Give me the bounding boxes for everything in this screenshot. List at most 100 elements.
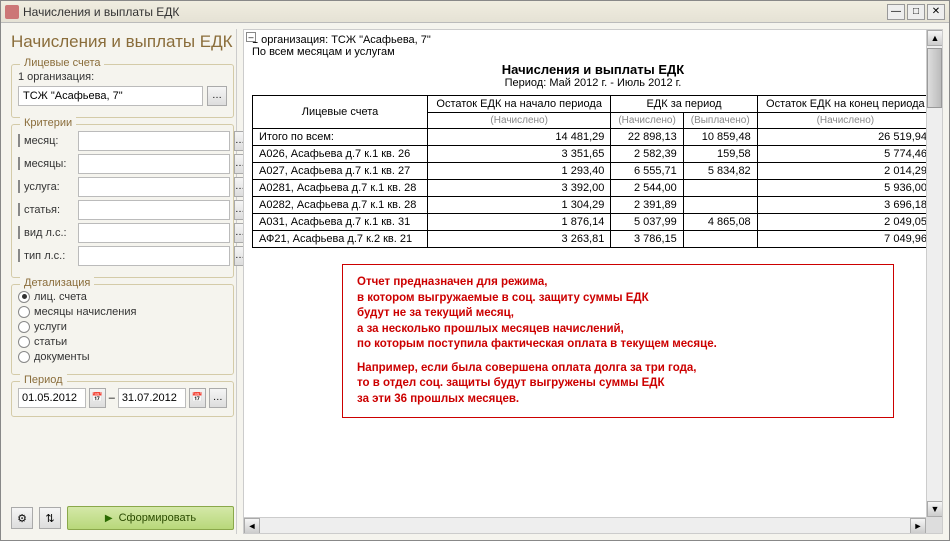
criteria-checkbox-3[interactable]	[18, 203, 20, 216]
criteria-legend: Критерии	[20, 117, 76, 129]
row-paid	[683, 180, 757, 197]
scroll-thumb-v[interactable]	[927, 48, 942, 108]
criteria-checkbox-4[interactable]	[18, 226, 20, 239]
row-name: А0281, Асафьева д.7 к.1 кв. 28	[253, 180, 428, 197]
detail-label: месяцы начисления	[34, 306, 136, 318]
org-input[interactable]	[18, 86, 203, 106]
collapse-toggle[interactable]: –	[246, 32, 256, 42]
criteria-checkbox-0[interactable]	[18, 134, 20, 147]
criteria-input-4[interactable]	[78, 223, 230, 243]
row-paid	[683, 197, 757, 214]
scroll-up-icon[interactable]: ▲	[927, 30, 943, 46]
sort-button[interactable]: ⇅	[39, 507, 61, 529]
total-paid: 10 859,48	[683, 129, 757, 146]
detail-radio-3[interactable]	[18, 336, 30, 348]
row-name: АФ21, Асафьева д.7 к.2 кв. 21	[253, 231, 428, 248]
table-row[interactable]: А0282, Асафьева д.7 к.1 кв. 28 1 304,29 …	[253, 197, 934, 214]
report-org-line: 1 организация: ТСЖ "Асафьева, 7"	[252, 34, 934, 46]
th-end-sub: (Начислено)	[757, 113, 933, 129]
org-select-button[interactable]: …	[207, 86, 227, 106]
generate-button[interactable]: Сформировать	[67, 506, 234, 530]
scroll-left-icon[interactable]: ◄	[244, 518, 260, 534]
detail-radio-1[interactable]	[18, 306, 30, 318]
window-title: Начисления и выплаты ЕДК	[23, 5, 887, 19]
row-end: 5 774,46	[757, 146, 933, 163]
criteria-input-5[interactable]	[78, 246, 230, 266]
detail-radio-4[interactable]	[18, 351, 30, 363]
row-accr: 5 037,99	[611, 214, 683, 231]
th-accounts: Лицевые счета	[253, 96, 428, 129]
app-icon	[5, 5, 19, 19]
th-end: Остаток ЕДК на конец периода	[757, 96, 933, 113]
window-body: Начисления и выплаты ЕДК Лицевые счета 1…	[1, 23, 949, 540]
detail-label: услуги	[34, 321, 84, 333]
maximize-button[interactable]: □	[907, 4, 925, 20]
row-end: 3 696,18	[757, 197, 933, 214]
criteria-label: месяц:	[24, 135, 74, 147]
report-area[interactable]: 1 организация: ТСЖ "Асафьева, 7" По всем…	[244, 30, 942, 533]
detail-radio-0[interactable]	[18, 291, 30, 303]
criteria-input-0[interactable]	[78, 131, 230, 151]
accounts-legend: Лицевые счета	[20, 57, 104, 69]
row-paid: 159,58	[683, 146, 757, 163]
table-row[interactable]: АФ21, Асафьева д.7 к.2 кв. 21 3 263,81 3…	[253, 231, 934, 248]
app-window: Начисления и выплаты ЕДК — □ ✕ Начислени…	[0, 0, 950, 541]
row-accr: 3 786,15	[611, 231, 683, 248]
row-accr: 6 555,71	[611, 163, 683, 180]
date-to-picker[interactable]: 📅	[189, 388, 206, 408]
table-row[interactable]: А0281, Асафьева д.7 к.1 кв. 28 3 392,00 …	[253, 180, 934, 197]
vertical-scrollbar[interactable]: ▲ ▼	[926, 30, 942, 517]
note-line: за эти 36 прошлых месяцев.	[357, 392, 879, 408]
minimize-button[interactable]: —	[887, 4, 905, 20]
th-start-sub: (Начислено)	[428, 113, 611, 129]
accounts-fieldset: Лицевые счета 1 организация: …	[11, 64, 234, 118]
criteria-input-1[interactable]	[78, 154, 230, 174]
report-panel: – 1 организация: ТСЖ "Асафьева, 7" По вс…	[243, 29, 943, 534]
scroll-down-icon[interactable]: ▼	[927, 501, 943, 517]
left-panel: Начисления и выплаты ЕДК Лицевые счета 1…	[7, 29, 237, 534]
criteria-label: месяцы:	[24, 158, 74, 170]
note-line: Например, если была совершена оплата дол…	[357, 361, 879, 377]
scroll-right-icon[interactable]: ►	[910, 518, 926, 534]
row-name: А031, Асафьева д.7 к.1 кв. 31	[253, 214, 428, 231]
total-accr: 22 898,13	[611, 129, 683, 146]
criteria-input-3[interactable]	[78, 200, 230, 220]
page-title: Начисления и выплаты ЕДК	[11, 33, 234, 52]
criteria-checkbox-5[interactable]	[18, 249, 20, 262]
row-name: А0282, Асафьева д.7 к.1 кв. 28	[253, 197, 428, 214]
th-period: ЕДК за период	[611, 96, 757, 113]
date-from-picker[interactable]: 📅	[89, 388, 106, 408]
date-to-input[interactable]	[118, 388, 186, 408]
criteria-input-2[interactable]	[78, 177, 230, 197]
date-from-input[interactable]	[18, 388, 86, 408]
horizontal-scrollbar[interactable]: ◄ ►	[244, 517, 926, 533]
scroll-corner	[926, 517, 942, 533]
note-box: Отчет предназначен для режима, в котором…	[342, 264, 894, 418]
row-paid	[683, 231, 757, 248]
report-filter-line: По всем месяцам и услугам	[252, 46, 934, 58]
criteria-label: статья:	[24, 204, 74, 216]
table-row[interactable]: А026, Асафьева д.7 к.1 кв. 26 3 351,65 2…	[253, 146, 934, 163]
titlebar[interactable]: Начисления и выплаты ЕДК — □ ✕	[1, 1, 949, 23]
total-end: 26 519,94	[757, 129, 933, 146]
settings-button[interactable]: ⚙	[11, 507, 33, 529]
note-line: в котором выгружаемые в соц. защиту сумм…	[357, 291, 879, 307]
row-end: 2 014,29	[757, 163, 933, 180]
row-start: 3 392,00	[428, 180, 611, 197]
org-label: 1 организация:	[18, 71, 94, 83]
detail-label: документы	[34, 351, 90, 363]
row-end: 5 936,00	[757, 180, 933, 197]
note-line: Отчет предназначен для режима,	[357, 275, 879, 291]
row-start: 3 351,65	[428, 146, 611, 163]
detail-radio-2[interactable]	[18, 321, 30, 333]
period-select-button[interactable]: …	[209, 388, 228, 408]
row-end: 2 049,05	[757, 214, 933, 231]
table-row[interactable]: А027, Асафьева д.7 к.1 кв. 27 1 293,40 6…	[253, 163, 934, 180]
row-start: 1 304,29	[428, 197, 611, 214]
criteria-checkbox-1[interactable]	[18, 157, 20, 170]
criteria-checkbox-2[interactable]	[18, 180, 20, 193]
detail-legend: Детализация	[20, 277, 94, 289]
total-start: 14 481,29	[428, 129, 611, 146]
close-button[interactable]: ✕	[927, 4, 945, 20]
table-row[interactable]: А031, Асафьева д.7 к.1 кв. 31 1 876,14 5…	[253, 214, 934, 231]
